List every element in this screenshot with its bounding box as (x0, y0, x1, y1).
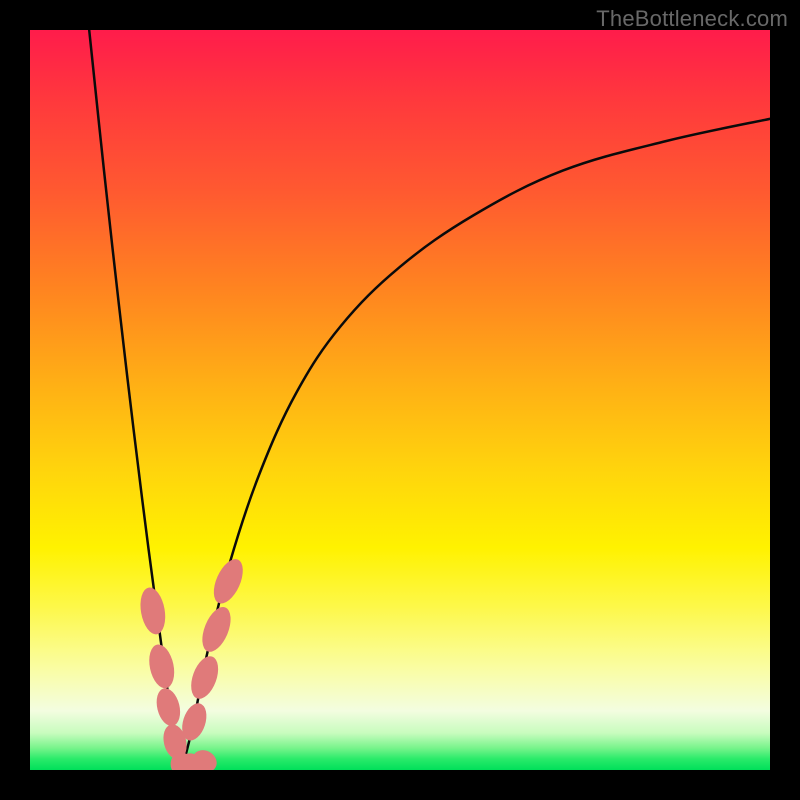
plot-area (30, 30, 770, 770)
bead-1 (146, 642, 178, 690)
bead-2 (153, 686, 184, 729)
chart-frame: TheBottleneck.com (0, 0, 800, 800)
bead-10 (208, 555, 249, 608)
bead-8 (186, 653, 223, 703)
chart-svg (30, 30, 770, 770)
bead-0 (137, 586, 169, 637)
bead-9 (197, 603, 237, 656)
curve-right-branch (182, 119, 770, 770)
watermark-text: TheBottleneck.com (596, 6, 788, 32)
